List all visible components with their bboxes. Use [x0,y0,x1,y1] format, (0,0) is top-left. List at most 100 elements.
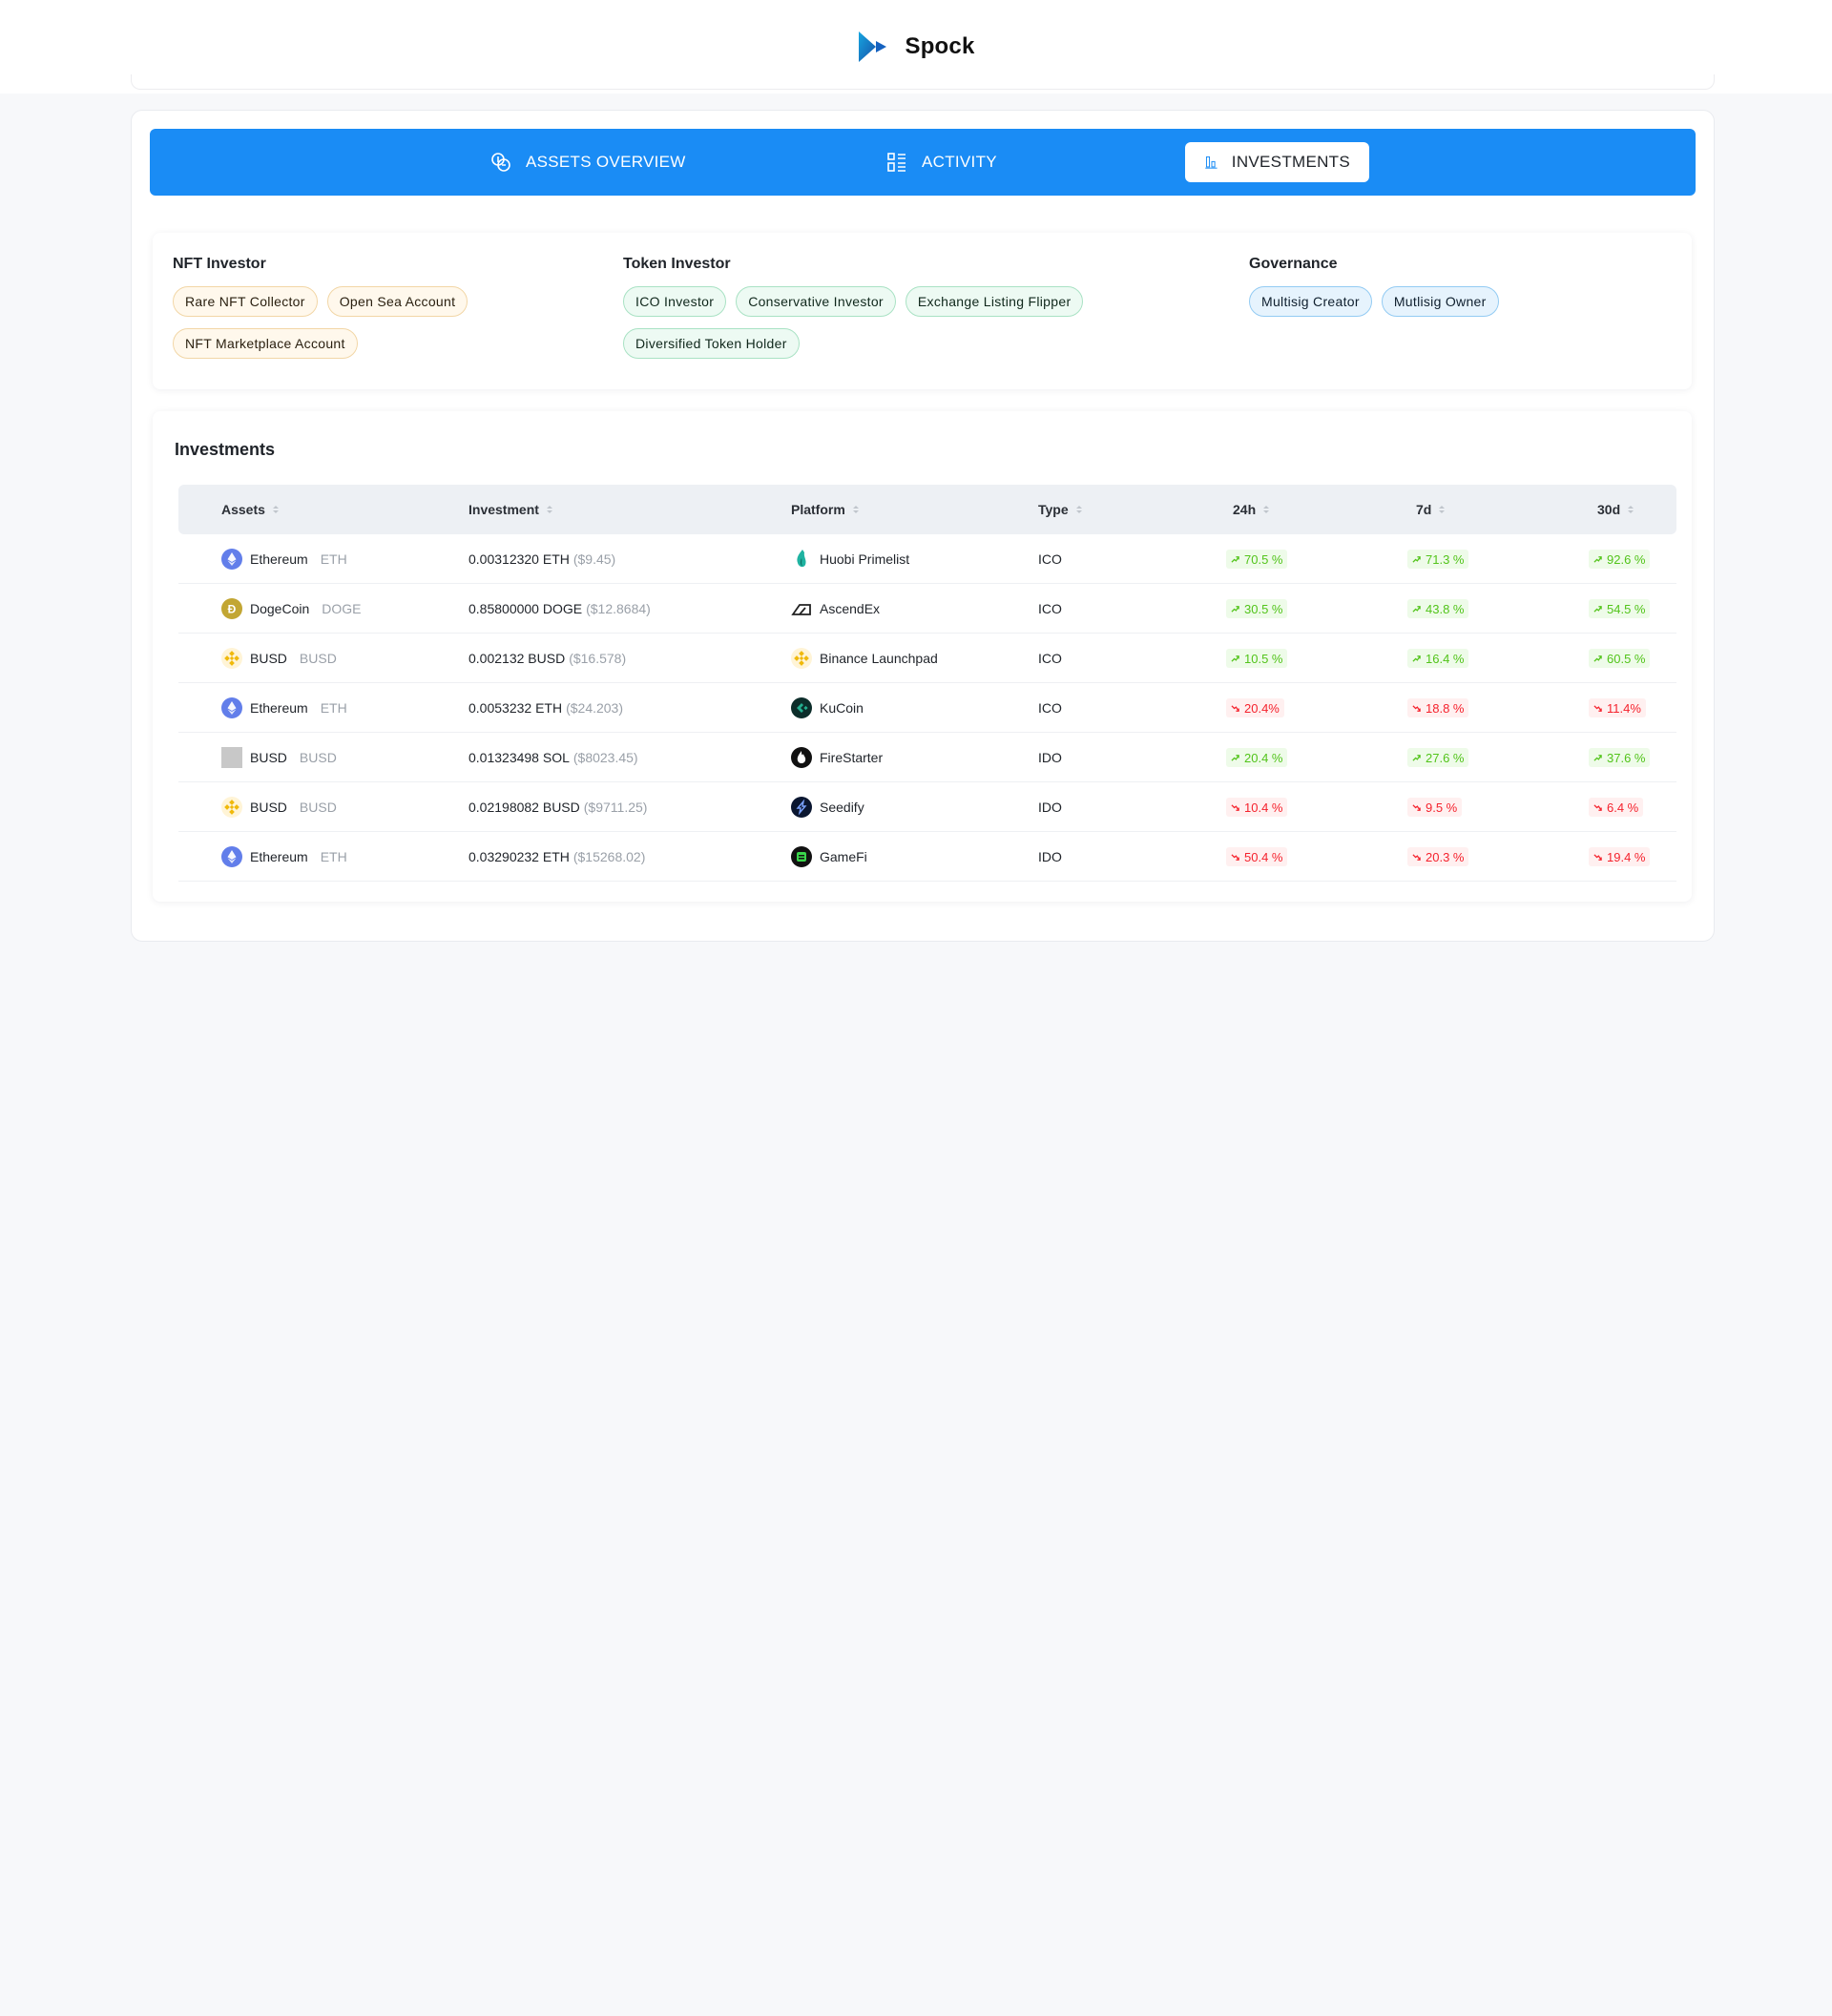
asset-symbol: ETH [320,700,347,716]
trend-down-icon [1231,853,1239,862]
trend-down-icon [1231,704,1239,713]
tab-activity[interactable]: ACTIVITY [866,142,1016,182]
investment-type: ICO [1038,601,1062,616]
platform-cell[interactable]: Binance Launchpad [791,634,938,683]
bar-chart-icon [1205,156,1218,169]
change-d7-cell: 16.4 % [1407,634,1469,683]
platform-cell[interactable]: FireStarter [791,733,883,782]
asset-cell[interactable]: Ethereum ETH [221,534,347,584]
type-cell: IDO [1038,832,1062,882]
column-header-30d[interactable]: 30d [1597,485,1634,534]
column-header-type[interactable]: Type [1038,485,1082,534]
asset-name: BUSD [250,800,287,815]
change-d7-cell: 20.3 % [1407,832,1469,882]
table-row[interactable]: Ð DogeCoin DOGE 0.85800000 DOGE ($12.868… [178,584,1676,634]
asset-cell[interactable]: Ð DogeCoin DOGE [221,584,362,634]
change-value: 71.3 % [1426,551,1465,567]
change-badge: 20.4% [1226,698,1284,717]
investments-card: Investments Assets Investment Platform T… [153,411,1692,902]
table-header: Assets Investment Platform Type 24h 7d 3… [178,485,1676,534]
coins-icon [491,153,510,172]
platform-cell[interactable]: GameFi [791,832,867,882]
change-badge: 20.3 % [1407,847,1469,866]
change-badge: 54.5 % [1589,599,1651,618]
change-d24-cell: 70.5 % [1226,534,1288,584]
change-badge: 70.5 % [1226,550,1288,569]
asset-cell[interactable]: Ethereum ETH [221,683,347,733]
asset-symbol: ETH [320,551,347,567]
badge-chip[interactable]: Conservative Investor [736,286,896,317]
change-d24-cell: 10.4 % [1226,782,1288,832]
type-cell: IDO [1038,733,1062,782]
app-logo[interactable]: Spock [857,30,974,64]
sort-icon [1439,506,1446,513]
column-header-platform[interactable]: Platform [791,485,859,534]
tab-investments[interactable]: INVESTMENTS [1185,142,1369,182]
investment-amount: 0.02198082 BUSD [468,800,580,815]
trend-up-icon [1593,555,1602,564]
asset-symbol: BUSD [299,651,337,666]
badges-card: NFT Investor Rare NFT Collector Open Sea… [153,233,1692,389]
column-header-assets[interactable]: Assets [221,485,279,534]
platform-cell[interactable]: Huobi Primelist [791,534,909,584]
table-row[interactable]: Ethereum ETH 0.0053232 ETH ($24.203) KuC… [178,683,1676,733]
asset-cell[interactable]: Ethereum ETH [221,832,347,882]
trend-up-icon [1412,655,1421,663]
column-header-investment[interactable]: Investment [468,485,552,534]
badge-chip[interactable]: NFT Marketplace Account [173,328,358,359]
asset-name: DogeCoin [250,601,310,616]
change-value: 10.4 % [1244,800,1283,815]
investment-type: ICO [1038,551,1062,567]
table-row[interactable]: BUSD BUSD 0.002132 BUSD ($16.578) Binanc… [178,634,1676,683]
investment-cell: 0.02198082 BUSD ($9711.25) [468,782,647,832]
type-cell: ICO [1038,584,1062,634]
type-cell: ICO [1038,634,1062,683]
change-value: 10.5 % [1244,651,1283,666]
change-d24-cell: 10.5 % [1226,634,1288,683]
trend-up-icon [1412,754,1421,762]
change-value: 6.4 % [1607,800,1639,815]
firestarter-icon [791,747,812,768]
platform-cell[interactable]: Seedify [791,782,864,832]
kucoin-icon [791,697,812,718]
trend-up-icon [1593,754,1602,762]
change-value: 50.4 % [1244,849,1283,864]
change-badge: 19.4 % [1589,847,1651,866]
asset-cell[interactable]: BUSD BUSD [221,782,337,832]
column-header-24h[interactable]: 24h [1233,485,1270,534]
badge-chip[interactable]: Diversified Token Holder [623,328,800,359]
asset-cell[interactable]: BUSD BUSD [221,634,337,683]
investment-type: IDO [1038,800,1062,815]
change-d30-cell: 37.6 % [1589,733,1651,782]
investment-amount: 0.002132 BUSD [468,651,566,666]
asset-cell[interactable]: BUSD BUSD [221,733,337,782]
badge-chip[interactable]: ICO Investor [623,286,727,317]
asset-name: Ethereum [250,849,308,864]
badge-chip[interactable]: Open Sea Account [326,286,468,317]
trend-up-icon [1412,555,1421,564]
platform-cell[interactable]: AscendEx [791,584,880,634]
table-row[interactable]: Ethereum ETH 0.00312320 ETH ($9.45) Huob… [178,534,1676,584]
change-badge: 30.5 % [1226,599,1288,618]
badge-chip[interactable]: Rare NFT Collector [173,286,318,317]
sort-icon [546,506,552,513]
change-badge: 92.6 % [1589,550,1651,569]
change-value: 18.8 % [1426,700,1465,716]
column-header-7d[interactable]: 7d [1416,485,1446,534]
tab-bar: ASSETS OVERVIEW ACTIVITY INVESTMENTS [150,129,1696,196]
table-row[interactable]: Ethereum ETH 0.03290232 ETH ($15268.02) … [178,832,1676,882]
trend-down-icon [1412,803,1421,812]
sort-icon [1628,506,1634,513]
badge-chip[interactable]: Exchange Listing Flipper [905,286,1084,317]
tab-assets-overview[interactable]: ASSETS OVERVIEW [470,142,705,182]
tab-label: ASSETS OVERVIEW [526,153,686,171]
platform-cell[interactable]: KuCoin [791,683,864,733]
badge-chip[interactable]: Multisig Creator [1249,286,1372,317]
badge-chip[interactable]: Mutlisig Owner [1381,286,1499,317]
change-d7-cell: 27.6 % [1407,733,1469,782]
investment-type: ICO [1038,651,1062,666]
table-row[interactable]: BUSD BUSD 0.01323498 SOL ($8023.45) Fire… [178,733,1676,782]
table-row[interactable]: BUSD BUSD 0.02198082 BUSD ($9711.25) See… [178,782,1676,832]
change-d30-cell: 6.4 % [1589,782,1644,832]
gamefi-icon [791,846,812,867]
